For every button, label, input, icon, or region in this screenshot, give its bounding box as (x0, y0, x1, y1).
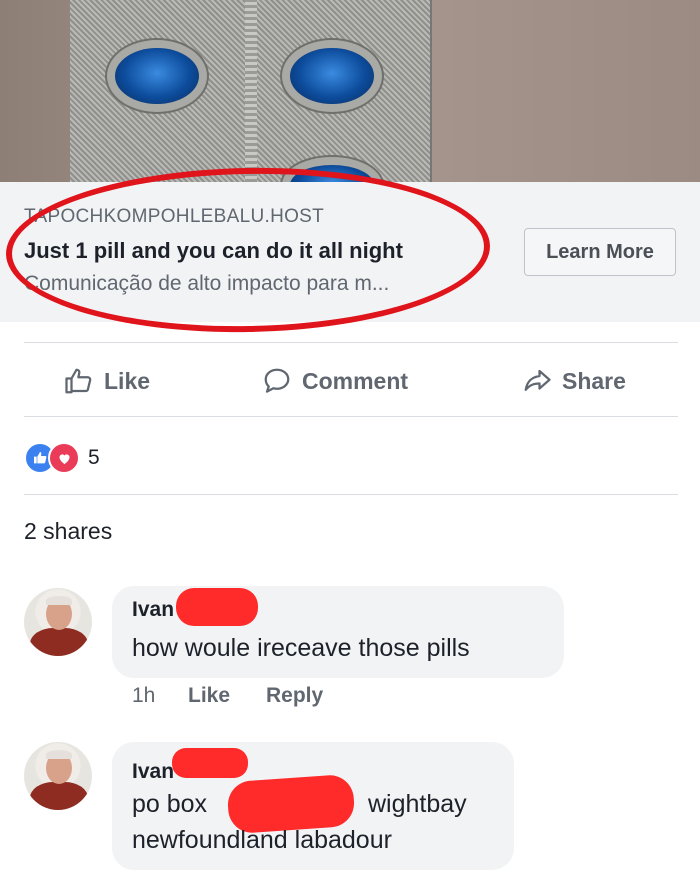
divider (24, 416, 678, 417)
ad-image[interactable] (0, 0, 700, 182)
pill-blister-pack (70, 0, 432, 182)
reaction-summary[interactable]: 5 (24, 442, 100, 474)
redaction-mark (176, 588, 258, 626)
reaction-count: 5 (88, 446, 100, 469)
comment-text: how woule ireceave those pills (132, 634, 470, 662)
comment-label: Comment (302, 367, 409, 394)
comment-text-line1: po box (132, 790, 208, 818)
comment-text-line1-end: wightbay (368, 790, 467, 818)
comment-button[interactable]: Comment (262, 362, 408, 400)
comment-timestamp[interactable]: 1h (132, 684, 155, 708)
redaction-mark (172, 748, 248, 778)
divider (24, 342, 678, 343)
share-button[interactable]: Share (522, 362, 626, 400)
blister-seam (245, 0, 257, 182)
blue-pill (290, 48, 374, 104)
blue-pill (115, 48, 199, 104)
thumbs-up-icon (65, 368, 92, 394)
love-reaction-icon (48, 442, 80, 474)
commenter-name[interactable]: Ivan (132, 760, 174, 784)
avatar-body (30, 628, 88, 656)
comment-like-button[interactable]: Like (188, 684, 230, 708)
commenter-name[interactable]: Ivan (132, 598, 174, 622)
comment-text-line2: newfoundland labadour (132, 826, 392, 854)
avatar-hair (46, 596, 72, 605)
share-arrow-icon (524, 369, 551, 391)
avatar-body (30, 782, 88, 810)
like-button[interactable]: Like (64, 362, 150, 400)
divider (24, 494, 678, 495)
shares-count[interactable]: 2 shares (24, 518, 112, 545)
avatar[interactable] (24, 588, 92, 656)
comment-reply-button[interactable]: Reply (266, 684, 323, 708)
comment-icon (264, 368, 290, 393)
learn-more-button[interactable]: Learn More (524, 228, 676, 276)
share-label: Share (562, 367, 626, 394)
like-label: Like (104, 367, 151, 394)
avatar-hair (46, 750, 72, 759)
avatar[interactable] (24, 742, 92, 810)
